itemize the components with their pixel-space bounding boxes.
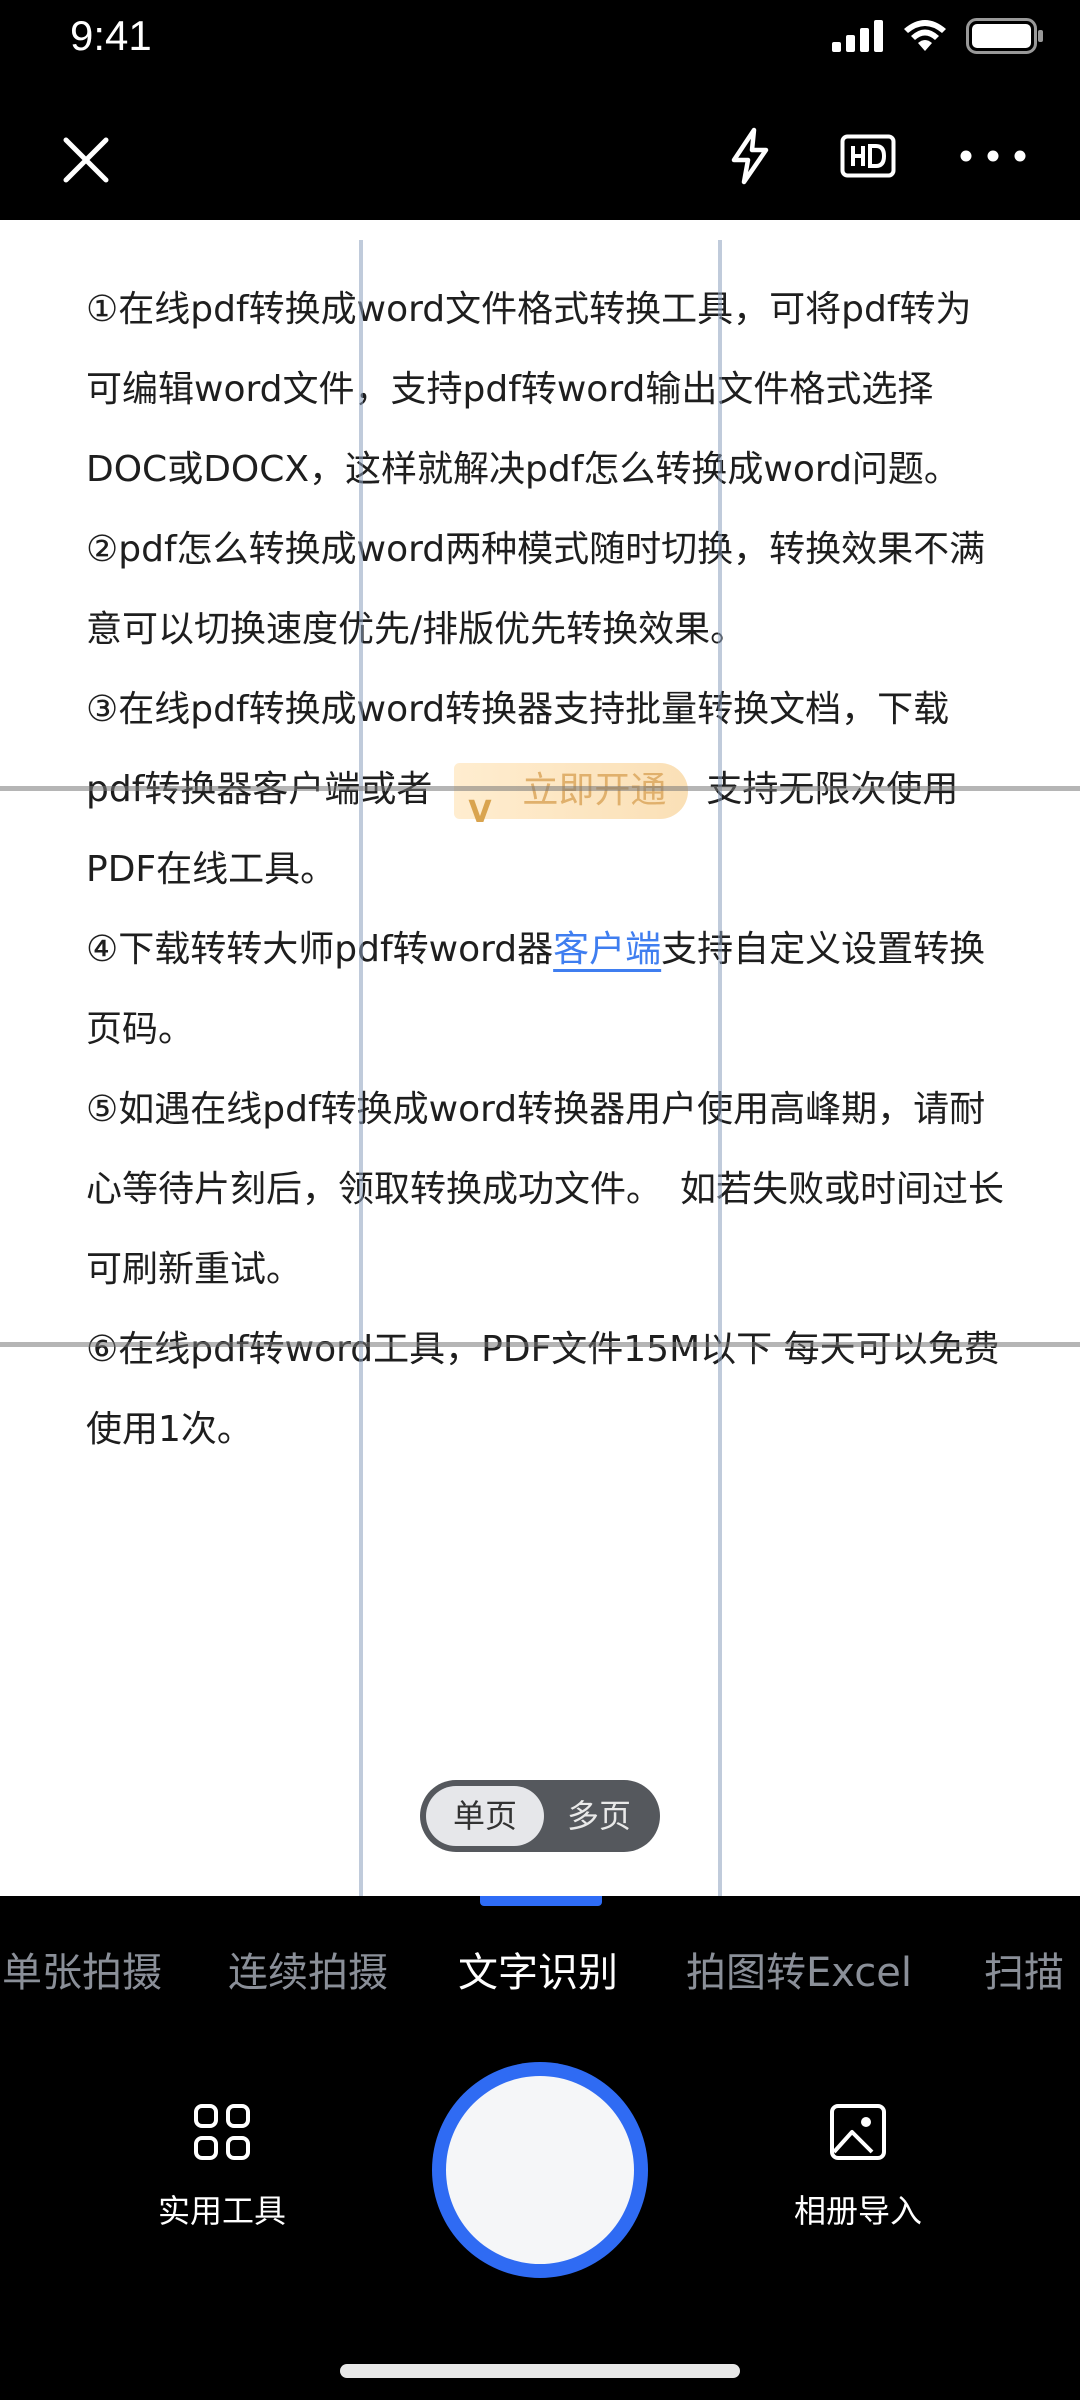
mode-tab-single-shot[interactable]: 单张拍摄	[2, 1940, 162, 1998]
mode-tab-continuous-shot[interactable]: 连续拍摄	[228, 1940, 388, 1998]
camera-toolbar	[0, 90, 1080, 220]
more-icon[interactable]	[958, 146, 1028, 166]
grid-line-vertical	[718, 240, 722, 1896]
doc-link-client: 客户端	[553, 929, 662, 970]
home-indicator[interactable]	[340, 2364, 740, 2378]
cellular-signal-icon	[832, 20, 883, 52]
doc-paragraph: ①在线pdf转换成word文件格式转换工具，可将pdf转为可编辑word文件，支…	[86, 289, 972, 490]
doc-paragraph: ⑥在线pdf转word工具，PDF文件15M以下 每天可以免费使用1次。	[86, 1329, 1000, 1450]
flash-icon[interactable]	[720, 126, 780, 186]
mode-tab-photo-to-excel[interactable]: 拍图转Excel	[686, 1940, 912, 1998]
mode-tabs: 单张拍摄 连续拍摄 文字识别 拍图转Excel 扫描	[0, 1940, 1080, 2020]
single-page-option[interactable]: 单页	[426, 1786, 544, 1846]
tools-label: 实用工具	[157, 2192, 286, 2230]
hd-icon[interactable]	[840, 134, 896, 178]
status-time: 9:41	[70, 12, 152, 59]
wifi-icon	[904, 20, 946, 51]
grid-line-vertical	[359, 240, 363, 1896]
close-icon[interactable]	[56, 130, 116, 190]
album-import-button[interactable]: 相册导入	[768, 2100, 948, 2232]
album-import-label: 相册导入	[793, 2192, 922, 2230]
document-text: ①在线pdf转换成word文件格式转换工具，可将pdf转为可编辑word文件，支…	[86, 270, 1006, 1470]
mode-tab-text-recognition[interactable]: 文字识别	[458, 1940, 618, 1998]
active-mode-indicator	[480, 1896, 602, 1906]
page-mode-toggle[interactable]: 单页 多页	[420, 1780, 660, 1852]
camera-preview[interactable]: ①在线pdf转换成word文件格式转换工具，可将pdf转为可编辑word文件，支…	[0, 220, 1080, 1896]
vip-badge: V 立即开通	[454, 763, 689, 830]
doc-paragraph: ②pdf怎么转换成word两种模式随时切换，转换效果不满意可以切换速度优先/排版…	[86, 529, 986, 650]
shutter-button[interactable]	[432, 2062, 648, 2278]
status-icons	[832, 18, 1044, 54]
doc-text-fragment: ④下载转转大师pdf转word器	[86, 929, 554, 970]
grid-apps-icon	[194, 2104, 250, 2160]
doc-paragraph: ④下载转转大师pdf转word器客户端支持自定义设置转换页码。	[86, 910, 1006, 1070]
vip-badge-label: 立即开通	[522, 769, 666, 813]
status-bar: 9:41	[0, 0, 1080, 80]
image-gallery-icon	[830, 2104, 886, 2160]
multi-page-option[interactable]: 多页	[544, 1786, 654, 1846]
grid-line-horizontal	[0, 1342, 1080, 1347]
shutter-button-inner	[446, 2076, 634, 2264]
doc-paragraph: ⑤如遇在线pdf转换成word转换器用户使用高峰期，请耐心等待片刻后，领取转换成…	[86, 1089, 1005, 1290]
mode-tab-scan[interactable]: 扫描	[984, 1940, 1064, 1998]
grid-line-horizontal	[0, 786, 1080, 791]
tools-button[interactable]: 实用工具	[132, 2100, 312, 2232]
battery-icon	[966, 18, 1043, 54]
vip-crown-icon: V	[468, 795, 492, 830]
